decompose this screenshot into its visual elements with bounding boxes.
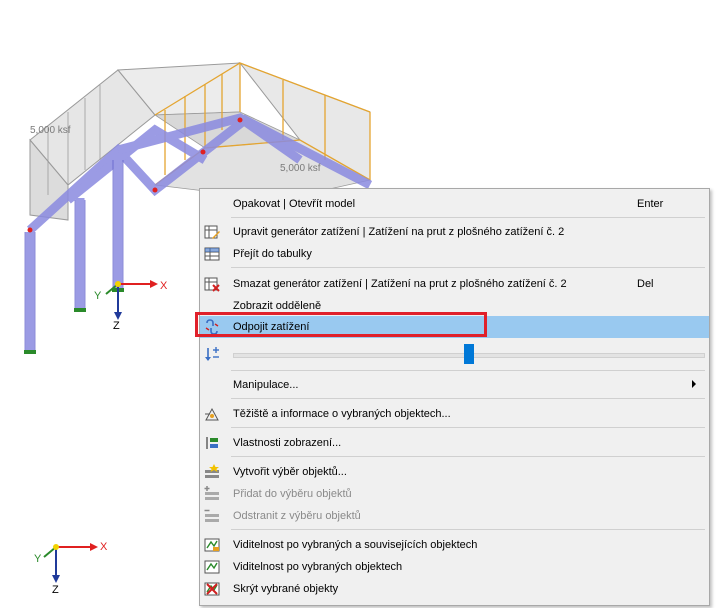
menu-item-visibility-selected[interactable]: Viditelnost po vybraných objektech — [200, 556, 709, 578]
display-properties-icon — [206, 437, 218, 449]
menu-item-centroid-info[interactable]: Těžiště a informace o vybraných objektec… — [200, 403, 709, 425]
menu-item-label: Viditelnost po vybraných objektech — [233, 561, 403, 573]
menu-item-label: Odstranit z výběru objektů — [233, 510, 361, 522]
load-value-label: 5,000 ksf — [30, 125, 71, 136]
visibility-selected-icon — [204, 560, 220, 574]
visibility-related-icon — [204, 538, 220, 552]
menu-item-add-to-selection[interactable]: Přidat do výběru objektů — [200, 483, 709, 505]
menu-item-label: Přidat do výběru objektů — [233, 488, 352, 500]
axis-z-label: Z — [52, 584, 59, 596]
menu-item-visibility-related[interactable]: Viditelnost po vybraných a souvisejících… — [200, 534, 709, 556]
context-menu: Opakovat | Otevřít model Enter Upravit g… — [199, 188, 710, 606]
hide-objects-icon — [204, 582, 220, 596]
menu-item-label: Vytvořit výběr objektů... — [233, 466, 347, 478]
shortcut-label: Enter — [637, 198, 664, 210]
axis-y-label: Y — [94, 290, 102, 302]
menu-item-manipulation[interactable]: Manipulace... — [200, 374, 709, 396]
menu-separator — [231, 456, 705, 457]
centroid-icon — [205, 407, 219, 421]
menu-item-display-properties[interactable]: Vlastnosti zobrazení... — [200, 432, 709, 454]
add-selection-icon — [204, 486, 219, 500]
menu-item-label: Vlastnosti zobrazení... — [233, 437, 342, 449]
axis-x-label: X — [100, 541, 108, 553]
view-axes — [43, 543, 98, 583]
menu-item-label: Upravit generátor zatížení | Zatížení na… — [233, 226, 565, 238]
menu-item-go-to-table[interactable]: Přejít do tabulky — [200, 243, 709, 265]
menu-item-label: Opakovat | Otevřít model — [233, 198, 356, 210]
slider-thumb[interactable] — [464, 344, 474, 364]
menu-item-label: Zobrazit odděleně — [233, 300, 322, 312]
menu-item-label: Těžiště a informace o vybraných objektec… — [233, 408, 451, 420]
menu-item-label: Smazat generátor zatížení | Zatížení na … — [233, 278, 567, 290]
menu-item-delete-load-generator[interactable]: Smazat generátor zatížení | Zatížení na … — [200, 273, 709, 295]
menu-item-edit-load-generator[interactable]: Upravit generátor zatížení | Zatížení na… — [200, 221, 709, 243]
highlight-callout-box — [195, 312, 487, 337]
edit-generator-icon — [204, 225, 220, 239]
axis-x-label: X — [160, 280, 168, 292]
menu-item-label: Skrýt vybrané objekty — [233, 583, 339, 595]
menu-separator — [231, 267, 705, 268]
sort-icon — [205, 347, 219, 361]
menu-separator — [231, 370, 705, 371]
axis-y-label: Y — [34, 553, 42, 565]
menu-item-create-selection[interactable]: Vytvořit výběr objektů... — [200, 461, 709, 483]
menu-item-repeat-open-model[interactable]: Opakovat | Otevřít model Enter — [200, 193, 709, 215]
menu-item-label: Přejít do tabulky — [233, 248, 312, 260]
create-selection-icon — [205, 464, 219, 478]
menu-item-label: Manipulace... — [233, 379, 299, 391]
delete-icon — [204, 277, 220, 292]
menu-separator — [231, 427, 705, 428]
menu-item-remove-from-selection[interactable]: Odstranit z výběru objektů — [200, 505, 709, 527]
slider-row — [200, 343, 709, 365]
load-value-label: 5,000 ksf — [280, 163, 321, 174]
axis-z-label: Z — [113, 320, 120, 332]
shortcut-label: Del — [637, 278, 654, 290]
remove-selection-icon — [204, 509, 219, 522]
menu-item-hide-selected[interactable]: Skrýt vybrané objekty — [200, 578, 709, 600]
table-icon — [204, 247, 220, 261]
submenu-arrow-icon — [692, 380, 696, 388]
supports — [24, 288, 124, 354]
menu-separator — [231, 529, 705, 530]
menu-separator — [231, 217, 705, 218]
menu-separator — [231, 398, 705, 399]
menu-item-label: Viditelnost po vybraných a souvisejících… — [233, 539, 478, 551]
